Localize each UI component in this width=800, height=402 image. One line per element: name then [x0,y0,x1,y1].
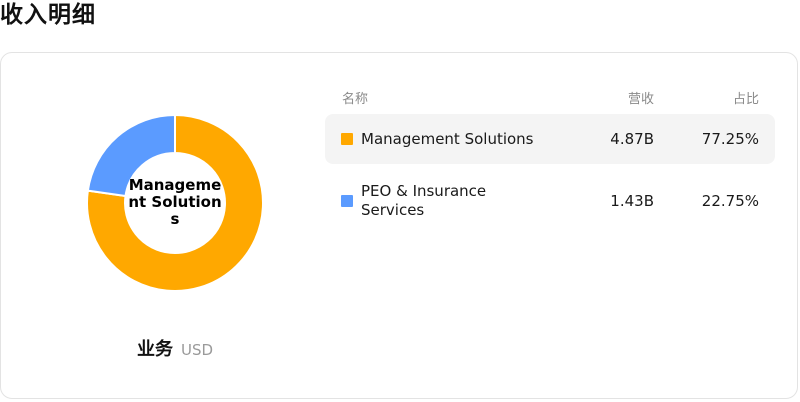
header-share: 占比 [732,92,759,107]
legend-swatch [341,195,353,207]
legend-swatch [341,133,353,145]
chart-caption: 业务 USD [0,339,350,361]
row-revenue: 1.43B [610,192,654,210]
header-name: 名称 [342,92,369,107]
donut-center-label: Management Solutions [128,176,222,228]
page-title: 收入明细 [0,2,96,28]
chart-caption-title: 业务 [136,339,173,360]
donut-chart[interactable]: Management Solutions [84,112,266,294]
row-revenue: 4.87B [610,130,654,148]
table-row[interactable]: Management Solutions 4.87B 77.25% [325,114,775,164]
row-name: PEO & Insurance Services [361,182,487,219]
table-header: 名称 营收 占比 [325,84,775,108]
header-revenue: 营收 [627,92,654,107]
row-share: 77.25% [701,130,759,148]
revenue-table: 名称 营收 占比 Management Solutions 4.87B 77.2… [325,84,775,226]
chart-caption-unit: USD [180,341,214,359]
row-name: Management Solutions [361,129,534,148]
row-share: 22.75% [701,192,759,210]
table-row[interactable]: PEO & Insurance Services 1.43B 22.75% [325,176,775,226]
